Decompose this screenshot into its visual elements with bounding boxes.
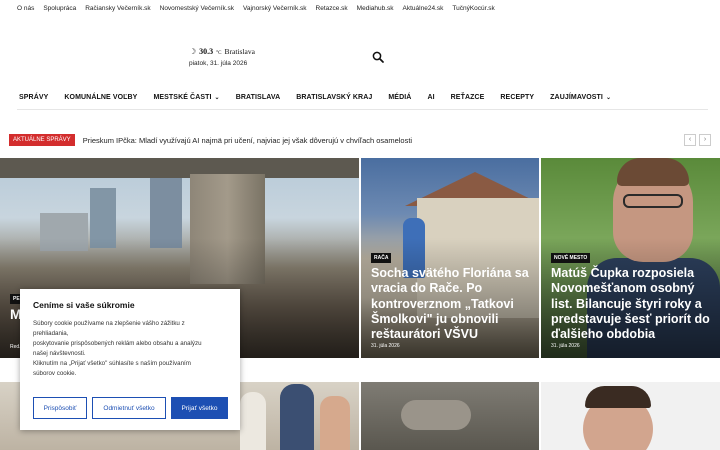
chevron-down-icon: ⌄	[214, 94, 220, 101]
search-icon[interactable]	[372, 51, 384, 63]
cookie-consent-dialog: Ceníme si vaše súkromie Súbory cookie po…	[20, 289, 240, 430]
photo-person-hair	[617, 158, 689, 186]
photo-person-glasses	[623, 194, 683, 208]
nav-ai[interactable]: AI	[427, 94, 434, 101]
photo-bridge	[0, 158, 359, 178]
cookie-body: Súbory cookie používame na zlepšenie váš…	[33, 319, 227, 379]
cookie-body-line: súborov cookie.	[33, 369, 77, 377]
nav-recepty[interactable]: RECEPTY	[500, 94, 534, 101]
nav-zaujimavosti[interactable]: ZAUJÍMAVOSTI ⌄	[550, 94, 611, 101]
ticker-prev-button[interactable]: ‹	[684, 134, 696, 146]
nav-mestske-casti[interactable]: MESTSKÉ ČASTI ⌄	[153, 94, 219, 101]
article-date: 31. júla 2026	[551, 343, 580, 349]
current-date: piatok, 31. júla 2026	[189, 60, 248, 67]
weather-widget: ☽ 30.3 °C Bratislava piatok, 31. júla 20…	[189, 47, 255, 67]
top-link-spolupraca[interactable]: Spolupráca	[43, 5, 76, 12]
top-links-bar: O nás Spolupráca Račiansky Večerník.sk N…	[0, 0, 720, 16]
nav-retazce[interactable]: REŤAZCE	[451, 94, 485, 101]
nav-bratislava[interactable]: BRATISLAVA	[236, 94, 281, 101]
photo-person-hair	[585, 386, 651, 408]
weather-unit: °C	[216, 51, 222, 56]
top-link-aktualne24[interactable]: Aktuálne24.sk	[403, 5, 444, 12]
ticker-badge: AKTUÁLNE SPRÁVY	[9, 134, 75, 146]
cookie-customize-button[interactable]: Prispôsobiť	[33, 397, 87, 419]
cookie-body-line: našej návštevnosti.	[33, 349, 86, 357]
weather-city: Bratislava	[224, 47, 255, 56]
ticker-next-button[interactable]: ›	[699, 134, 711, 146]
nav-media[interactable]: MÉDIÁ	[388, 94, 411, 101]
cookie-reject-button[interactable]: Odmietnuť všetko	[92, 397, 166, 419]
cookie-body-line: Kliknutím na „Prijať všetko" súhlasíte s…	[33, 359, 191, 367]
featured-article-raca[interactable]: RAČA Socha svätého Floriána sa vracia do…	[361, 158, 539, 358]
cookie-accept-button[interactable]: Prijať všetko	[171, 397, 228, 419]
cookie-body-line: Súbory cookie používame na zlepšenie váš…	[33, 320, 185, 327]
cookie-heading: Ceníme si vaše súkromie	[33, 300, 135, 310]
weather-temperature: 30.3	[199, 47, 214, 56]
photo-person	[280, 384, 314, 450]
photo-machine	[401, 400, 471, 430]
article-title[interactable]: Socha svätého Floriána sa vracia do Rače…	[371, 266, 533, 342]
article-thumbnail[interactable]	[541, 382, 720, 450]
top-link-tucnykocur[interactable]: TučnýKocúr.sk	[452, 5, 494, 12]
main-navigation: SPRÁVY KOMUNÁLNE VOĽBY MESTSKÉ ČASTI ⌄ BR…	[0, 88, 720, 106]
article-title[interactable]: Matúš Čupka rozposiela Novomešťanom osob…	[551, 266, 717, 342]
top-link-mediahub[interactable]: Mediahub.sk	[357, 5, 394, 12]
article-thumbnail[interactable]	[361, 382, 539, 450]
nav-komunalne-volby[interactable]: KOMUNÁLNE VOĽBY	[64, 94, 137, 101]
article-date: 31. júla 2026	[371, 343, 400, 349]
photo-person	[320, 396, 350, 450]
top-link-o-nas[interactable]: O nás	[17, 5, 34, 12]
top-link-novomestsky[interactable]: Novomestský Večerník.sk	[160, 5, 234, 12]
article-category[interactable]: RAČA	[371, 253, 392, 263]
cookie-body-line: prehliadania,	[33, 329, 69, 337]
news-ticker: AKTUÁLNE SPRÁVY Prieskum IPčka: Mladí vy…	[9, 133, 711, 147]
featured-article-nove-mesto[interactable]: NOVÉ MESTO Matúš Čupka rozposiela Novome…	[541, 158, 720, 358]
cookie-body-line: poskytovanie prispôsobených reklám alebo…	[33, 339, 202, 347]
nav-spravy[interactable]: SPRÁVY	[19, 94, 48, 101]
top-link-vajnorsky[interactable]: Vajnorský Večerník.sk	[243, 5, 306, 12]
top-link-retazce[interactable]: Retazce.sk	[316, 5, 348, 12]
chevron-down-icon: ⌄	[605, 94, 612, 101]
ticker-headline[interactable]: Prieskum IPčka: Mladí využívajú AI najmä…	[83, 136, 412, 145]
moon-icon: ☽	[189, 47, 197, 56]
article-category[interactable]: NOVÉ MESTO	[551, 253, 591, 263]
nav-divider	[17, 109, 708, 110]
top-link-raciansky[interactable]: Račiansky Večerník.sk	[85, 5, 150, 12]
nav-bratislavsky-kraj[interactable]: BRATISLAVSKÝ KRAJ	[296, 94, 372, 101]
photo-person	[240, 392, 266, 450]
